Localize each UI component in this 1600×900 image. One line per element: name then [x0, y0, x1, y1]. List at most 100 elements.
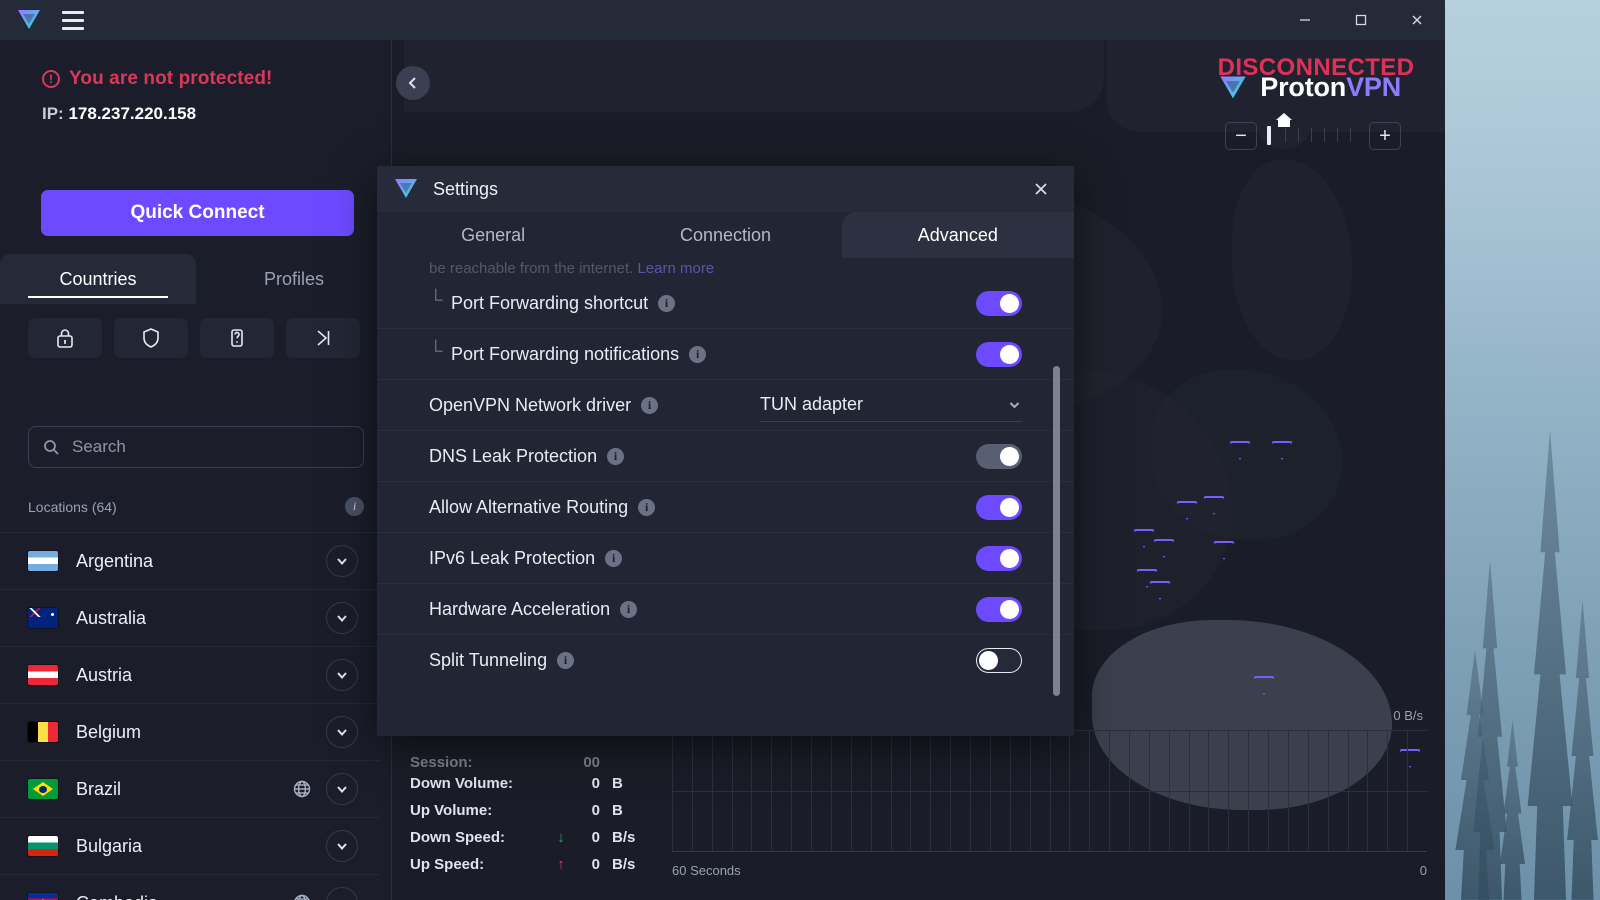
- chevron-down-icon: [1009, 402, 1020, 409]
- filter-netshield-button[interactable]: [114, 318, 188, 358]
- setting-row-openvpn-network-driver: OpenVPN Network driver i TUN adapter: [377, 380, 1074, 431]
- toggle-ipv6-leak-protection[interactable]: [976, 545, 1022, 571]
- expand-country-button[interactable]: [326, 773, 358, 805]
- info-icon[interactable]: i: [345, 497, 364, 516]
- expand-country-button[interactable]: [326, 716, 358, 748]
- stat-row-down-volume: Down Volume: 0 B: [410, 770, 682, 797]
- flag-icon: [28, 893, 58, 900]
- protonvpn-logo-icon: [18, 10, 40, 29]
- stat-row-session: Session: 00: [410, 754, 682, 770]
- connection-stats: Session: 00 Down Volume: 0 B Up Volume: …: [410, 754, 682, 878]
- filter-p2p-button[interactable]: [286, 318, 360, 358]
- sidebar: ! You are not protected! IP: 178.237.220…: [0, 40, 392, 900]
- stat-unit: B: [612, 802, 623, 819]
- info-icon[interactable]: i: [641, 396, 659, 414]
- toggle-allow-alternative-routing[interactable]: [976, 494, 1022, 520]
- country-list[interactable]: Argentina Australia Austria Belgium Braz…: [0, 532, 380, 900]
- tab-advanced[interactable]: Advanced: [841, 212, 1074, 258]
- expand-country-button[interactable]: [326, 659, 358, 691]
- select-value: TUN adapter: [760, 394, 864, 414]
- country-row-australia[interactable]: Australia: [0, 589, 380, 646]
- country-name: Bulgaria: [76, 835, 143, 856]
- info-icon[interactable]: i: [607, 447, 625, 465]
- search-input[interactable]: [72, 437, 349, 457]
- country-row-belgium[interactable]: Belgium: [0, 703, 380, 760]
- toggle-port-forwarding-notifications[interactable]: [976, 341, 1022, 367]
- filter-secure-core-button[interactable]: [28, 318, 102, 358]
- maximize-button[interactable]: [1333, 0, 1389, 40]
- stat-label: Up Volume:: [410, 802, 493, 819]
- country-row-bulgaria[interactable]: Bulgaria: [0, 817, 380, 874]
- expand-country-button[interactable]: [326, 887, 358, 900]
- stat-label: Down Volume:: [410, 775, 514, 792]
- setting-row-hardware-acceleration: Hardware Acceleration i: [377, 584, 1074, 635]
- tor-icon: [231, 329, 243, 347]
- brand-text: ProtonVPN: [1260, 72, 1401, 103]
- country-row-austria[interactable]: Austria: [0, 646, 380, 703]
- flag-icon: [28, 722, 58, 742]
- smart-routing-globe-icon[interactable]: [292, 893, 312, 900]
- dialog-close-button[interactable]: [1024, 172, 1058, 206]
- setting-label: DNS Leak Protection: [429, 445, 598, 466]
- country-row-argentina[interactable]: Argentina: [0, 532, 380, 589]
- smart-routing-globe-icon[interactable]: [292, 779, 312, 799]
- expand-country-button[interactable]: [326, 545, 358, 577]
- brand-name-primary: Proton: [1260, 72, 1347, 102]
- stat-unit: B/s: [612, 829, 636, 846]
- zoom-slider-handle[interactable]: [1267, 126, 1271, 145]
- arrow-up-icon: ↑: [557, 856, 565, 873]
- toggle-port-forwarding-shortcut[interactable]: [976, 290, 1022, 316]
- expand-country-button[interactable]: [326, 830, 358, 862]
- country-row-cambodia[interactable]: Cambodia: [0, 874, 380, 900]
- tab-profiles[interactable]: Profiles: [196, 254, 392, 304]
- quick-connect-button[interactable]: Quick Connect: [41, 190, 354, 236]
- chevron-down-icon: [337, 615, 347, 623]
- setting-label: Allow Alternative Routing: [429, 496, 629, 517]
- expand-country-button[interactable]: [326, 602, 358, 634]
- info-icon[interactable]: i: [689, 345, 707, 363]
- dialog-scrollbar-thumb[interactable]: [1053, 366, 1060, 696]
- collapse-sidebar-button[interactable]: [396, 66, 430, 100]
- select-openvpn-network-driver[interactable]: TUN adapter: [760, 388, 1022, 422]
- close-button[interactable]: [1389, 0, 1445, 40]
- toggle-dns-leak-protection[interactable]: [976, 443, 1022, 469]
- stat-unit: B: [612, 775, 623, 792]
- setting-label: Hardware Acceleration: [429, 598, 611, 619]
- exclamation-circle-icon: !: [42, 70, 60, 88]
- stat-value: 00: [583, 754, 600, 770]
- stat-value: 0: [591, 856, 600, 873]
- server-filters: [28, 318, 360, 358]
- toggle-hardware-acceleration[interactable]: [976, 596, 1022, 622]
- learn-more-link[interactable]: Learn more: [637, 260, 714, 273]
- zoom-out-button[interactable]: −: [1225, 122, 1257, 150]
- info-icon[interactable]: i: [638, 498, 656, 516]
- filter-tor-button[interactable]: [200, 318, 274, 358]
- search-box[interactable]: [28, 426, 364, 468]
- setting-label: IPv6 Leak Protection: [429, 547, 596, 568]
- stat-label: Down Speed:: [410, 829, 506, 846]
- speed-graph: 0 B/s 60 Seconds 0: [672, 708, 1427, 878]
- tab-countries[interactable]: Countries: [0, 254, 196, 304]
- brand-logo: ProtonVPN: [1218, 72, 1401, 103]
- tab-general[interactable]: General: [377, 212, 609, 258]
- chevron-left-icon: [408, 77, 416, 89]
- locations-header: Locations (64) i: [28, 497, 364, 516]
- hamburger-menu-icon[interactable]: [56, 7, 90, 33]
- close-icon: [1035, 183, 1047, 195]
- zoom-in-button[interactable]: +: [1369, 122, 1401, 150]
- window-controls: [1277, 0, 1445, 40]
- brand-name-secondary: VPN: [1346, 72, 1401, 102]
- country-row-brazil[interactable]: Brazil: [0, 760, 380, 817]
- minimize-button[interactable]: [1277, 0, 1333, 40]
- country-name: Argentina: [76, 550, 154, 571]
- stat-label: Up Speed:: [410, 856, 485, 873]
- info-icon[interactable]: i: [658, 294, 676, 312]
- stat-value: 0: [591, 775, 600, 792]
- tab-connection[interactable]: Connection: [609, 212, 841, 258]
- chevron-down-icon: [337, 729, 347, 737]
- info-icon[interactable]: i: [605, 549, 623, 567]
- toggle-split-tunneling[interactable]: [976, 648, 1022, 673]
- zoom-slider[interactable]: [1265, 124, 1361, 148]
- info-icon[interactable]: i: [620, 600, 638, 618]
- info-icon[interactable]: i: [557, 652, 575, 669]
